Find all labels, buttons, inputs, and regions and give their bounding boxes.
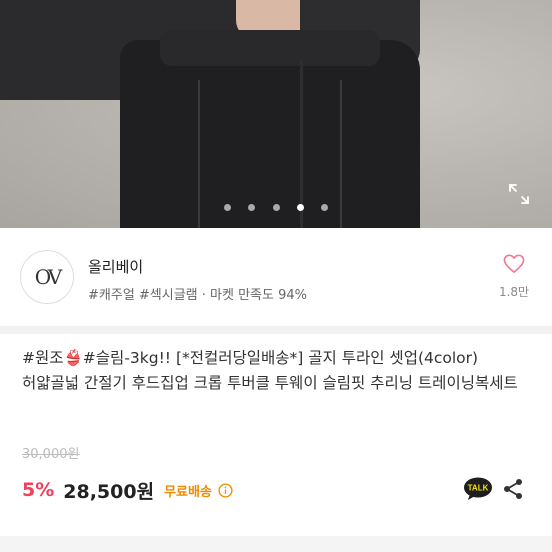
gallery-dot[interactable] [272, 204, 280, 211]
seller-name[interactable]: 올리베이 [88, 256, 143, 277]
expand-icon[interactable] [508, 183, 530, 205]
sale-price: 28,500원 [63, 480, 155, 503]
info-icon[interactable] [218, 482, 233, 498]
bottom-divider [0, 536, 552, 552]
gallery-dot[interactable] [224, 204, 232, 211]
original-price: 30,000원 [22, 447, 80, 462]
product-title: #원조👙#슬림-3kg!! [*전컬러당일배송*] 골지 투라인 셋업(4col… [22, 349, 518, 392]
discount-rate: 5% [22, 479, 55, 501]
gallery-pagination [0, 196, 552, 215]
seller-logo-text: OV [34, 265, 62, 289]
heart-icon[interactable] [503, 254, 525, 274]
kakao-talk-label: TALK [468, 484, 489, 493]
gallery-dot[interactable] [320, 204, 328, 211]
share-icon[interactable] [503, 478, 523, 500]
gallery-dot[interactable] [248, 204, 256, 211]
product-photo-waistband [160, 30, 380, 66]
likes-count: 1.8만 [498, 285, 530, 299]
seller-tags: #캐주얼 #섹시글램 · 마켓 만족도 94% [88, 288, 307, 303]
shipping-badge: 무료배송 [164, 484, 212, 500]
product-image-gallery[interactable] [0, 0, 552, 228]
section-divider [0, 326, 552, 334]
gallery-dot-active[interactable] [296, 204, 304, 211]
kakao-talk-icon[interactable]: TALK [463, 477, 493, 501]
seller-section[interactable]: OV 올리베이 #캐주얼 #섹시글램 · 마켓 만족도 94% 1.8만 [0, 240, 552, 320]
seller-logo[interactable]: OV [20, 250, 74, 304]
price-row: 5% 28,500원 무료배송 [22, 475, 233, 505]
